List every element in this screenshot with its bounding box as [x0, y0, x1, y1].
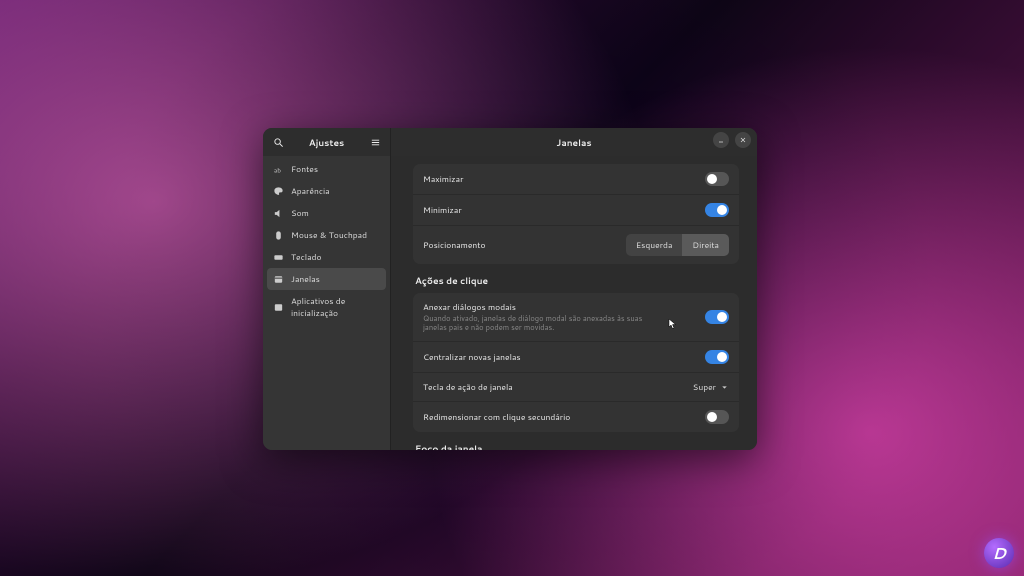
- fonts-icon: ab: [273, 164, 284, 175]
- row-label: Maximizar: [423, 173, 463, 185]
- window-controls: [713, 132, 751, 148]
- sidebar-item-label: Teclado: [291, 251, 322, 263]
- row-attach-modal: Anexar diálogos modais Quando ativado, j…: [413, 293, 739, 342]
- row-subtitle: Quando ativado, janelas de diálogo modal…: [423, 315, 653, 333]
- attach-modal-switch[interactable]: [705, 310, 729, 324]
- sidebar-item-mouse[interactable]: Mouse & Touchpad: [263, 224, 390, 246]
- mouse-icon: [273, 230, 284, 241]
- window-focus-section-title: Foco da janela: [415, 442, 739, 450]
- center-new-switch[interactable]: [705, 350, 729, 364]
- sidebar-item-fonts[interactable]: ab Fontes: [263, 158, 390, 180]
- watermark-logo: D: [984, 538, 1014, 568]
- sidebar-item-label: Mouse & Touchpad: [291, 229, 367, 241]
- sidebar-item-label: Fontes: [291, 163, 318, 175]
- sidebar-item-keyboard[interactable]: Teclado: [263, 246, 390, 268]
- keyboard-icon: [273, 252, 284, 263]
- main-title: Janelas: [556, 136, 591, 149]
- placement-segmented: Esquerda Direita: [626, 234, 729, 256]
- chevron-down-icon: [720, 383, 729, 392]
- row-center-new: Centralizar novas janelas: [413, 342, 739, 373]
- row-label: Tecla de ação de janela: [423, 381, 513, 393]
- main-header: Janelas: [391, 128, 757, 156]
- sidebar-list: ab Fontes Aparência Som Mouse & Touchpad…: [263, 156, 390, 450]
- sidebar-item-windows[interactable]: Janelas: [267, 268, 386, 290]
- placement-left-button[interactable]: Esquerda: [626, 234, 683, 256]
- row-minimize: Minimizar: [413, 195, 739, 226]
- sound-icon: [273, 208, 284, 219]
- sidebar-item-label: Som: [291, 207, 309, 219]
- watermark-letter: D: [992, 542, 1006, 565]
- maximize-switch[interactable]: [705, 172, 729, 186]
- row-action-key: Tecla de ação de janela Super: [413, 373, 739, 402]
- minimize-switch[interactable]: [705, 203, 729, 217]
- row-placement: Posicionamento Esquerda Direita: [413, 226, 739, 264]
- svg-text:ab: ab: [274, 166, 281, 175]
- titlebar-group: Maximizar Minimizar Posicionamento Esque…: [413, 164, 739, 264]
- sidebar-item-appearance[interactable]: Aparência: [263, 180, 390, 202]
- row-label: Posicionamento: [423, 239, 486, 251]
- content-area[interactable]: Maximizar Minimizar Posicionamento Esque…: [391, 156, 757, 450]
- sidebar-title: Ajustes: [287, 136, 366, 149]
- search-button[interactable]: [269, 133, 287, 151]
- search-icon: [273, 137, 284, 148]
- row-resize-secondary: Redimensionar com clique secundário: [413, 402, 739, 432]
- minimize-icon: [717, 136, 725, 144]
- sidebar-header: Ajustes: [263, 128, 390, 156]
- menu-button[interactable]: [366, 133, 384, 151]
- row-label: Centralizar novas janelas: [423, 351, 521, 363]
- row-label: Redimensionar com clique secundário: [423, 411, 570, 423]
- click-actions-section-title: Ações de clique: [415, 274, 739, 287]
- main-panel: Janelas Maximizar Minimizar Posicionamen…: [391, 128, 757, 450]
- click-actions-group: Anexar diálogos modais Quando ativado, j…: [413, 293, 739, 432]
- sidebar-item-sound[interactable]: Som: [263, 202, 390, 224]
- resize-secondary-switch[interactable]: [705, 410, 729, 424]
- action-key-dropdown[interactable]: Super: [693, 381, 729, 393]
- sidebar-item-label: Janelas: [291, 273, 320, 285]
- minimize-window-button[interactable]: [713, 132, 729, 148]
- placement-right-button[interactable]: Direita: [682, 234, 729, 256]
- row-label: Minimizar: [423, 204, 462, 216]
- appearance-icon: [273, 186, 284, 197]
- sidebar: Ajustes ab Fontes Aparência Som Mouse & …: [263, 128, 391, 450]
- sidebar-item-label: Aplicativos de inicialização: [291, 295, 380, 319]
- row-label: Anexar diálogos modais: [423, 301, 653, 313]
- sidebar-item-label: Aparência: [291, 185, 330, 197]
- tweaks-window: Ajustes ab Fontes Aparência Som Mouse & …: [263, 128, 757, 450]
- hamburger-icon: [370, 137, 381, 148]
- dropdown-value: Super: [693, 381, 716, 393]
- row-maximize: Maximizar: [413, 164, 739, 195]
- windows-icon: [273, 274, 284, 285]
- startup-icon: [273, 302, 284, 313]
- sidebar-item-startup[interactable]: Aplicativos de inicialização: [263, 290, 390, 324]
- close-window-button[interactable]: [735, 132, 751, 148]
- close-icon: [739, 136, 747, 144]
